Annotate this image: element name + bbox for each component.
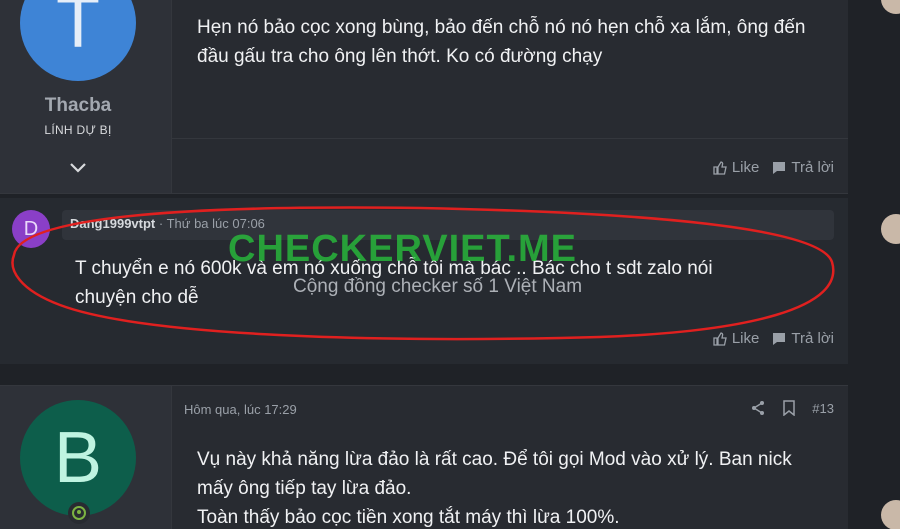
reply-button[interactable]: Trả lời [771, 330, 834, 347]
post-actions: Like Trả lời [712, 159, 834, 176]
user-info-cell: B [0, 386, 172, 529]
like-label: Like [731, 330, 760, 347]
user-info-cell: T Thacba LÍNH DỰ BỊ [0, 0, 172, 193]
message-line: Toàn thấy bảo cọc tiền xong tắt máy thì … [197, 507, 620, 528]
chevron-down-icon[interactable] [66, 159, 90, 175]
avatar[interactable]: D [12, 210, 50, 248]
like-label: Like [731, 159, 760, 176]
reply-button[interactable]: Trả lời [771, 159, 834, 176]
reply-label: Trả lời [791, 159, 834, 176]
comment-message: T chuyển e nó 600k và em nó xuống chỗ tô… [75, 258, 713, 308]
post-tools: #13 [750, 400, 834, 416]
comment-actions: Like Trả lời [712, 330, 834, 347]
post-number[interactable]: #13 [812, 401, 834, 416]
reply-label: Trả lời [791, 330, 834, 347]
reply-icon [773, 161, 786, 174]
online-status-icon [68, 502, 90, 524]
thumbs-up-icon [713, 160, 727, 175]
share-icon[interactable] [750, 400, 766, 416]
comment: D Dang1999vtpt · Thứ ba lúc 07:06 T chuy… [0, 198, 848, 364]
post-message: Hẹn nó bảo cọc xong bùng, bảo đến chỗ nó… [197, 17, 806, 67]
avatar[interactable]: B [20, 400, 136, 516]
post-message: Vụ này khả năng lừa đảo là rất cao. Để t… [197, 445, 828, 529]
comment-time[interactable]: · Thứ ba lúc 07:06 [159, 216, 265, 231]
like-button[interactable]: Like [712, 330, 760, 347]
post: T Thacba LÍNH DỰ BỊ Hẹn nó bảo cọc xong … [0, 0, 848, 194]
comment-header: Dang1999vtpt · Thứ ba lúc 07:06 [62, 210, 834, 240]
message-line: Vụ này khả năng lừa đảo là rất cao. Để t… [197, 449, 792, 499]
user-title: LÍNH DỰ BỊ [44, 123, 112, 137]
right-sidebar [868, 0, 900, 529]
reply-icon [773, 332, 786, 345]
post: B Hôm qua, lúc 17:29 #13 Vụ này khả năng… [0, 385, 848, 529]
avatar[interactable]: T [20, 0, 136, 81]
avatar[interactable] [881, 500, 900, 529]
thumbs-up-icon [713, 331, 727, 346]
bookmark-icon[interactable] [782, 400, 796, 416]
username[interactable]: Thacba [0, 95, 156, 117]
post-time[interactable]: Hôm qua, lúc 17:29 [184, 402, 297, 417]
like-button[interactable]: Like [712, 159, 760, 176]
divider [172, 138, 848, 139]
comment-author[interactable]: Dang1999vtpt [70, 216, 155, 231]
thread-page: T Thacba LÍNH DỰ BỊ Hẹn nó bảo cọc xong … [0, 0, 900, 529]
